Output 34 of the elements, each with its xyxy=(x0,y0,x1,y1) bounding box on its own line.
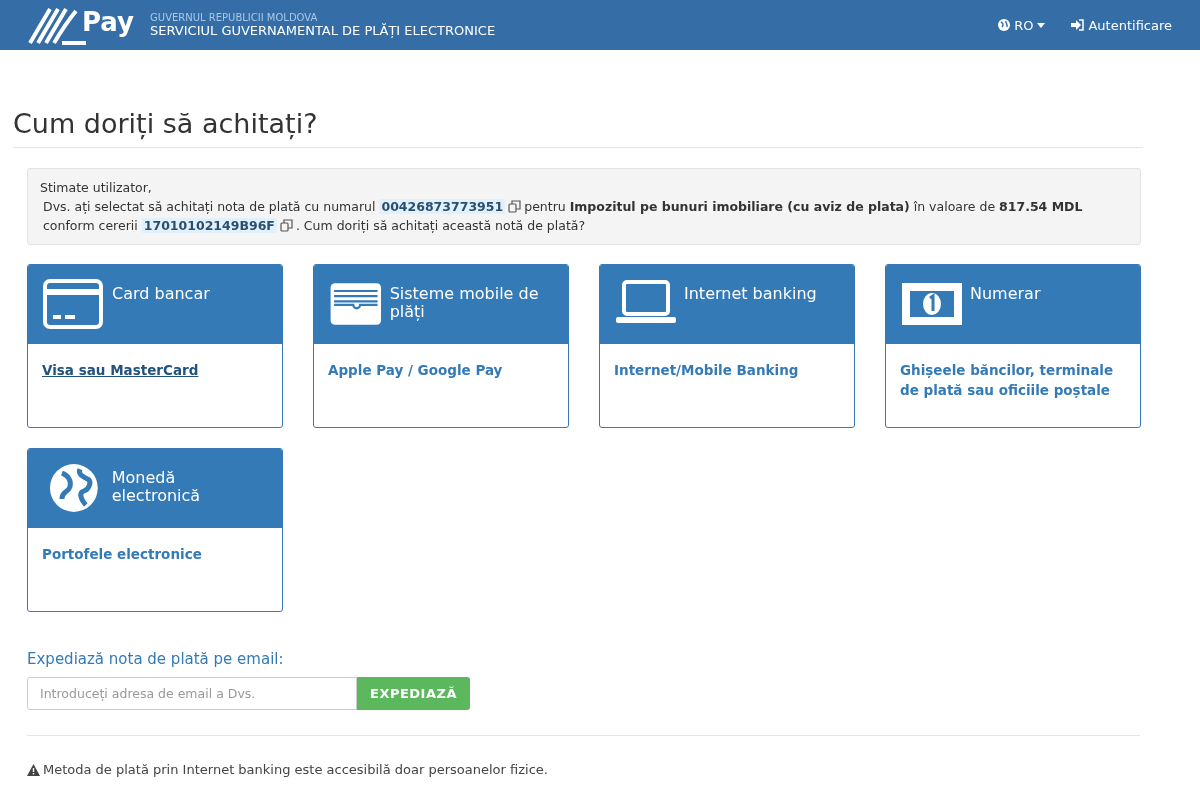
payment-option-link[interactable]: Apple Pay / Google Pay xyxy=(328,360,503,380)
login-link[interactable]: Autentificare xyxy=(1071,17,1172,33)
footnote-text: Metoda de plată prin Internet banking este accesibilă doar persoanelor fizice. xyxy=(43,762,548,777)
service-name: SERVICIUL GUVERNAMENTAL DE PLĂȚI ELECTRONICE xyxy=(150,23,496,38)
reference-number: 00426873773951 xyxy=(379,199,506,214)
globe-icon xyxy=(998,19,1011,31)
warning-icon xyxy=(27,763,40,776)
notice-text: pentru Impozitul pe bunuri imobiliare (cu aviz de plata) în valoare de 817.54 MDL xyxy=(524,199,1083,214)
payment-option-link[interactable]: Ghișeele băncilor, terminale de plată sau oficiile poștale xyxy=(900,360,1126,400)
send-button[interactable]: EXPEDIAZĂ xyxy=(357,677,470,710)
credit-card-icon xyxy=(42,277,106,331)
method-title: Internet banking xyxy=(684,285,817,303)
payment-option-link[interactable]: Portofele electronice xyxy=(42,544,202,564)
login-icon xyxy=(1071,19,1085,31)
language-dropdown[interactable]: RO xyxy=(998,17,1046,33)
email-input[interactable]: Introduceți adresa de email a Dvs. xyxy=(27,677,357,710)
organization-name: GUVERNUL REPUBLICII MOLDOVA xyxy=(150,12,319,23)
email-label: Expediază nota de plată pe email: xyxy=(27,650,285,668)
greeting-text: Stimate utilizator, xyxy=(40,180,152,195)
copy-icon[interactable] xyxy=(279,219,293,232)
notice-text: . Cum doriți să achitați această notă de plată? xyxy=(295,218,586,233)
logo-text: Pay xyxy=(82,9,135,35)
page-title: Cum doriți să achitați? xyxy=(13,108,1143,148)
method-title: Sisteme mobile de plăți xyxy=(389,285,540,321)
method-title: Numerar xyxy=(970,285,1041,303)
reference-number: 17010102149B96F xyxy=(141,218,277,233)
method-title: Monedă electronică xyxy=(111,469,202,505)
payment-option-link[interactable]: Internet/Mobile Banking xyxy=(614,360,799,380)
copy-icon[interactable] xyxy=(508,200,522,213)
payment-option-link[interactable]: Visa sau MasterCard xyxy=(42,360,199,380)
notice-text: Dvs. ați selectat să achitați nota de plată cu numarul xyxy=(43,199,376,214)
caret-icon xyxy=(1037,22,1046,28)
notice-text: conform cererii xyxy=(43,218,138,233)
method-title: Card bancar xyxy=(112,285,210,303)
